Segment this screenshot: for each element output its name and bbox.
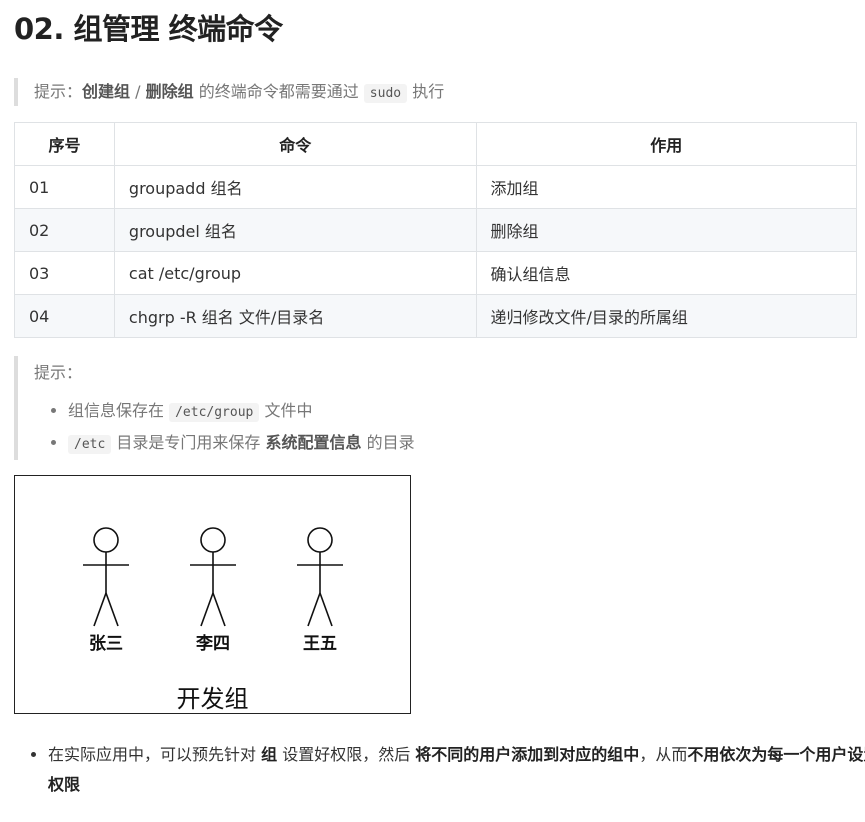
item-bold: 系统配置信息 <box>265 433 362 452</box>
tip-prefix: 提示： <box>34 82 83 101</box>
group-label: 开发组 <box>176 685 249 713</box>
stick-figures <box>83 527 343 627</box>
person-figure <box>297 527 343 627</box>
cell-index: 01 <box>14 165 115 209</box>
header-command: 命令 <box>113 122 477 166</box>
summary-list: 在实际应用中，可以预先针对 组 设置好权限，然后 将不同的用户添加到对应的组中，… <box>14 740 865 800</box>
summary-text: 设置好权限，然后 <box>277 745 416 764</box>
person-name: 张三 <box>89 634 123 654</box>
tip-code-sudo: sudo <box>363 84 408 103</box>
tip-middle: 的终端命令都需要通过 <box>193 82 364 101</box>
page-title: 02. 组管理 终端命令 <box>14 12 283 46</box>
cell-index: 04 <box>14 294 115 338</box>
table-row: 04 chgrp -R 组名 文件/目录名 递归修改文件/目录的所属组 <box>14 294 857 338</box>
cell-index: 02 <box>14 208 115 252</box>
cell-index: 03 <box>14 251 115 295</box>
person-name: 李四 <box>196 634 230 654</box>
tip2-blockquote: 提示： 组信息保存在 /etc/group 文件中 /etc 目录是专门用来保存… <box>14 356 854 460</box>
cell-command: groupdel 组名 <box>113 208 477 252</box>
person-figure <box>83 527 129 627</box>
cell-purpose: 添加组 <box>475 165 857 209</box>
summary-bold: 组 <box>261 745 278 764</box>
cell-purpose: 递归修改文件/目录的所属组 <box>475 294 857 338</box>
code-etc: /etc <box>68 435 112 454</box>
table-header-row: 序号 命令 作用 <box>14 122 857 166</box>
table-row: 02 groupdel 组名 删除组 <box>14 208 857 252</box>
table-row: 03 cat /etc/group 确认组信息 <box>14 251 857 295</box>
item-text: 目录是专门用来保存 <box>111 433 266 452</box>
tip-blockquote: 提示：创建组 / 删除组 的终端命令都需要通过 sudo 执行 <box>14 78 854 106</box>
summary-text: ，从而 <box>639 745 688 764</box>
cell-command: groupadd 组名 <box>113 165 477 209</box>
code-etc-group: /etc/group <box>169 403 260 422</box>
header-purpose: 作用 <box>475 122 857 166</box>
tip-bold-delete: 删除组 <box>145 82 194 101</box>
person-figure <box>190 527 236 627</box>
tip2-list: 组信息保存在 /etc/group 文件中 /etc 目录是专门用来保存 系统配… <box>34 396 854 460</box>
item-text: 组信息保存在 <box>68 401 170 420</box>
tip2-label: 提示： <box>34 363 83 382</box>
list-item: 组信息保存在 /etc/group 文件中 <box>68 396 854 428</box>
list-item: /etc 目录是专门用来保存 系统配置信息 的目录 <box>68 428 854 460</box>
header-index: 序号 <box>14 122 115 166</box>
cell-purpose: 确认组信息 <box>475 251 857 295</box>
summary-bold: 将不同的用户添加到对应的组中 <box>415 745 640 764</box>
table-row: 01 groupadd 组名 添加组 <box>14 165 857 209</box>
item-text: 文件中 <box>259 401 313 420</box>
tip-bold-create: 创建组 <box>82 82 131 101</box>
tip-separator: / <box>130 82 146 101</box>
command-table: 序号 命令 作用 01 groupadd 组名 添加组 02 groupdel … <box>14 122 857 338</box>
cell-purpose: 删除组 <box>475 208 857 252</box>
cell-command: chgrp -R 组名 文件/目录名 <box>113 294 477 338</box>
cell-command: cat /etc/group <box>113 251 477 295</box>
list-item: 在实际应用中，可以预先针对 组 设置好权限，然后 将不同的用户添加到对应的组中，… <box>48 740 865 800</box>
person-name: 王五 <box>303 634 337 654</box>
tip-suffix: 执行 <box>407 82 445 101</box>
group-diagram: 张三 李四 王五 开发组 <box>14 475 411 714</box>
item-text: 的目录 <box>361 433 415 452</box>
summary-text: 在实际应用中，可以预先针对 <box>48 745 262 764</box>
